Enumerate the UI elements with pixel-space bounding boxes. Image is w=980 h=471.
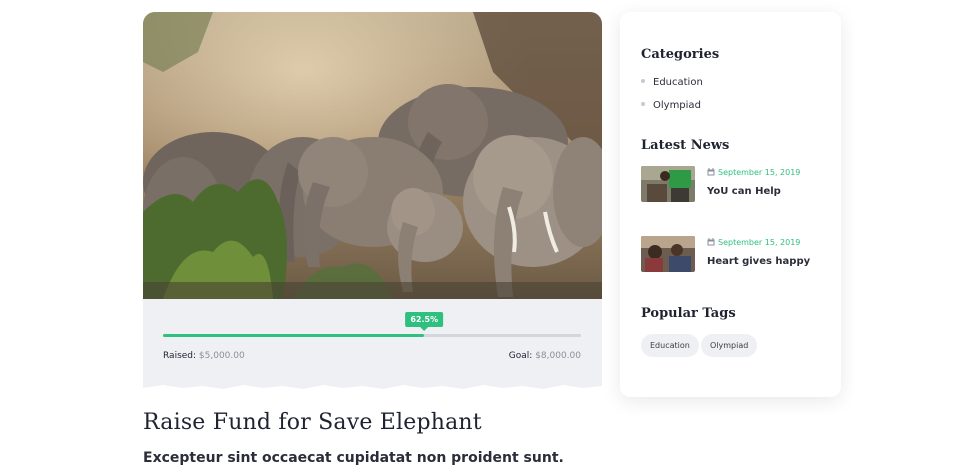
news-thumbnail[interactable] — [641, 166, 695, 202]
category-item-olympiad[interactable]: Olympiad — [641, 100, 701, 111]
news-item[interactable]: September 15, 2019 YoU can Help — [641, 166, 831, 206]
elephant-herd-illustration — [143, 12, 602, 299]
tag-olympiad[interactable]: Olympiad — [701, 334, 758, 357]
news-item[interactable]: September 15, 2019 Heart gives happy — [641, 236, 831, 276]
campaign-title: Raise Fund for Save Elephant — [143, 410, 482, 435]
goal-value: $8,000.00 — [535, 351, 581, 361]
calendar-icon — [707, 238, 715, 246]
raised-label: Raised: — [163, 351, 197, 361]
news-title[interactable]: Heart gives happy — [707, 256, 810, 267]
progress-track — [163, 334, 581, 337]
progress-fill — [163, 334, 425, 337]
news-title[interactable]: YoU can Help — [707, 186, 781, 197]
sidebar: Categories Education Olympiad Latest New… — [620, 12, 841, 397]
goal-amount: Goal: $8,000.00 — [509, 351, 581, 361]
donation-progress-panel: 62.5% Raised: $5,000.00 Goal: $8,000.00 — [143, 299, 602, 389]
torn-paper-edge — [143, 383, 602, 389]
elephant-photo — [143, 12, 602, 299]
news-date: September 15, 2019 — [707, 168, 800, 177]
tag-education[interactable]: Education — [641, 334, 699, 357]
news-thumbnail[interactable] — [641, 236, 695, 272]
category-item-education[interactable]: Education — [641, 77, 703, 88]
raised-amount: Raised: $5,000.00 — [163, 351, 245, 361]
raised-value: $5,000.00 — [198, 351, 245, 361]
calendar-icon — [707, 168, 715, 176]
news-date: September 15, 2019 — [707, 238, 800, 247]
progress-percent-badge: 62.5% — [405, 312, 444, 331]
news-date-text: September 15, 2019 — [718, 238, 801, 247]
popular-tags-heading: Popular Tags — [641, 306, 736, 321]
latest-news-heading: Latest News — [641, 138, 730, 153]
categories-heading: Categories — [641, 47, 720, 62]
goal-label: Goal: — [508, 351, 533, 361]
campaign-subtitle: Excepteur sint occaecat cupidatat non pr… — [143, 450, 564, 466]
news-date-text: September 15, 2019 — [718, 168, 801, 177]
